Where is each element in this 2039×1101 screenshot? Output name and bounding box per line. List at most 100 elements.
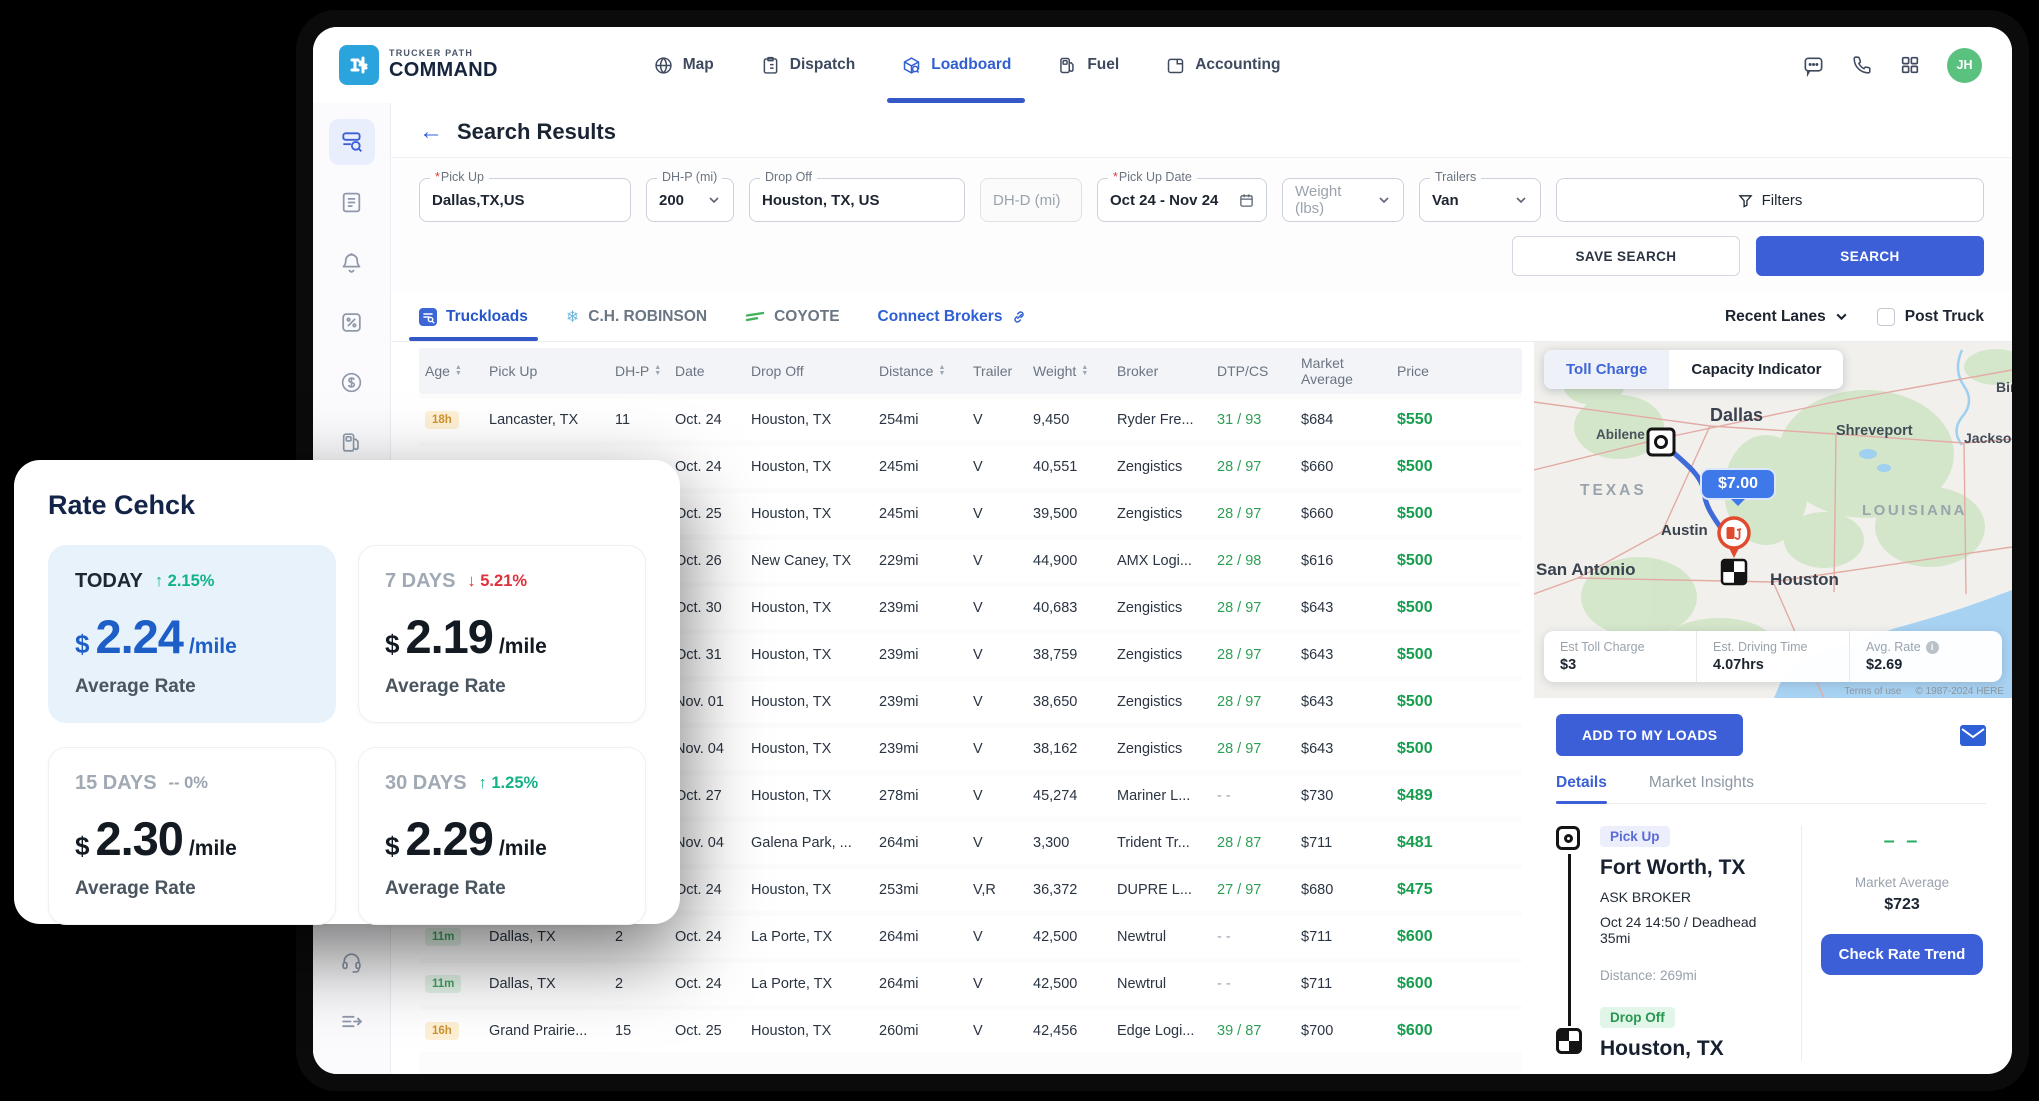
cell-date: Oct. 30 bbox=[675, 600, 751, 616]
fuel-pump-icon[interactable] bbox=[329, 419, 375, 465]
brand-text: TRUCKER PATH COMMAND bbox=[389, 48, 498, 82]
cell-broker: AMX Logi... bbox=[1117, 553, 1217, 569]
back-arrow-icon[interactable]: ← bbox=[419, 120, 443, 144]
add-to-my-loads-button[interactable]: ADD TO MY LOADS bbox=[1556, 714, 1743, 756]
cell-market: $643 bbox=[1301, 694, 1397, 710]
toll-charge-segment[interactable]: Toll Charge bbox=[1544, 350, 1669, 389]
cell-date: Nov. 04 bbox=[675, 835, 751, 851]
cell-dropoff: Houston, TX bbox=[751, 647, 879, 663]
cell-pickup: Dallas, TX bbox=[489, 929, 615, 945]
cell-dropoff: Houston, TX bbox=[751, 788, 879, 804]
post-truck-checkbox[interactable] bbox=[1877, 308, 1895, 326]
capacity-indicator-segment[interactable]: Capacity Indicator bbox=[1669, 350, 1843, 389]
post-truck-toggle[interactable]: Post Truck bbox=[1877, 308, 1984, 326]
cell-weight: 45,274 bbox=[1033, 788, 1117, 804]
column-header-market-average[interactable]: Market Average bbox=[1301, 355, 1397, 387]
cell-weight: 44,900 bbox=[1033, 553, 1117, 569]
sort-icon[interactable]: ▲▼ bbox=[1081, 365, 1088, 377]
toll-price-tooltip: $7.00 bbox=[1700, 468, 1776, 500]
column-header-dtp-cs[interactable]: DTP/CS bbox=[1217, 363, 1301, 379]
avatar[interactable]: JH bbox=[1947, 48, 1982, 83]
page-title: Search Results bbox=[457, 119, 616, 145]
city-label-san-antonio: San Antonio bbox=[1536, 560, 1635, 579]
column-header-weight[interactable]: Weight▲▼ bbox=[1033, 363, 1117, 379]
search-button[interactable]: SEARCH bbox=[1756, 236, 1984, 276]
percent-icon[interactable] bbox=[329, 299, 375, 345]
cell-distance: 264mi bbox=[879, 976, 973, 992]
cell-trailer: V bbox=[973, 506, 1033, 522]
cell-market: $711 bbox=[1301, 835, 1397, 851]
table-row[interactable]: 18hLancaster, TX11Oct. 24Houston, TX254m… bbox=[419, 399, 1522, 441]
cell-dtpcs: 39 / 87 bbox=[1217, 1023, 1301, 1039]
tab-details[interactable]: Details bbox=[1556, 774, 1607, 803]
rate-check-title: Rate Cehck bbox=[48, 490, 646, 521]
tab-coyote[interactable]: COYOTE bbox=[745, 292, 839, 341]
tab-connect-brokers[interactable]: Connect Brokers bbox=[878, 292, 1028, 341]
column-header-trailer[interactable]: Trailer bbox=[973, 363, 1033, 379]
chat-icon[interactable] bbox=[1802, 54, 1825, 77]
column-header-dh-p[interactable]: DH-P▲▼ bbox=[615, 363, 675, 379]
cell-dtpcs: 28 / 97 bbox=[1217, 647, 1301, 663]
brand[interactable]: TRUCKER PATH COMMAND bbox=[339, 45, 498, 85]
column-header-price[interactable]: Price bbox=[1397, 363, 1516, 379]
cell-dtpcs: - - bbox=[1217, 788, 1301, 804]
cell-weight: 42,500 bbox=[1033, 976, 1117, 992]
bell-icon[interactable] bbox=[329, 239, 375, 285]
cell-broker: Mariner L... bbox=[1117, 788, 1217, 804]
apps-grid-icon[interactable] bbox=[1899, 54, 1921, 76]
column-header-date[interactable]: Date bbox=[675, 363, 751, 379]
market-average-value: $723 bbox=[1884, 896, 1920, 914]
dropoff-field[interactable]: Drop Off Houston, TX, US bbox=[749, 178, 965, 222]
email-icon[interactable] bbox=[1960, 725, 1986, 746]
cell-market: $684 bbox=[1301, 412, 1397, 428]
column-header-age[interactable]: Age▲▼ bbox=[425, 363, 489, 379]
sort-icon[interactable]: ▲▼ bbox=[455, 365, 462, 377]
tab-truckloads[interactable]: Truckloads bbox=[419, 292, 528, 341]
brand-line-1: TRUCKER PATH bbox=[389, 48, 498, 58]
recent-lanes-dropdown[interactable]: Recent Lanes bbox=[1725, 308, 1849, 326]
chevron-down-icon bbox=[1508, 193, 1528, 207]
sort-icon[interactable]: ▲▼ bbox=[654, 365, 661, 377]
weight-field[interactable]: Weight (lbs) bbox=[1282, 178, 1404, 222]
sort-icon[interactable]: ▲▼ bbox=[938, 365, 945, 377]
cell-market: $711 bbox=[1301, 976, 1397, 992]
nav-accounting[interactable]: Accounting bbox=[1165, 27, 1280, 103]
pickup-date-field[interactable]: *Pick Up Date Oct 24 - Nov 24 bbox=[1097, 178, 1267, 222]
cell-age: 18h bbox=[425, 411, 489, 429]
table-row[interactable]: 11mDallas, TX2Oct. 24La Porte, TX264miV4… bbox=[419, 963, 1522, 1005]
clipboard-icon bbox=[760, 55, 781, 76]
nav-dispatch[interactable]: Dispatch bbox=[760, 27, 855, 103]
chevron-down-icon bbox=[701, 193, 721, 207]
info-icon[interactable]: i bbox=[1926, 641, 1939, 654]
column-header-broker[interactable]: Broker bbox=[1117, 363, 1217, 379]
check-rate-trend-button[interactable]: Check Rate Trend bbox=[1821, 934, 1984, 975]
document-icon[interactable] bbox=[329, 179, 375, 225]
loadboard-search-icon[interactable] bbox=[329, 119, 375, 165]
cell-broker: Zengistics bbox=[1117, 459, 1217, 475]
filters-button[interactable]: Filters bbox=[1556, 178, 1984, 222]
dollar-icon[interactable] bbox=[329, 359, 375, 405]
collapse-sidebar-icon[interactable] bbox=[329, 998, 375, 1044]
phone-icon[interactable] bbox=[1851, 54, 1873, 76]
route-panel: AbileneDallasShreveportJacksonBirminTEXA… bbox=[1534, 342, 2012, 1074]
route-map[interactable]: AbileneDallasShreveportJacksonBirminTEXA… bbox=[1534, 342, 2012, 698]
headset-icon[interactable] bbox=[329, 938, 375, 984]
column-header-distance[interactable]: Distance▲▼ bbox=[879, 363, 973, 379]
nav-fuel[interactable]: Fuel bbox=[1057, 27, 1119, 103]
tab-ch-robinson[interactable]: ❄ C.H. ROBINSON bbox=[566, 292, 707, 341]
column-header-drop-off[interactable]: Drop Off bbox=[751, 363, 879, 379]
dhp-field[interactable]: DH-P (mi) 200 bbox=[646, 178, 734, 222]
nav-loadboard[interactable]: Loadboard bbox=[901, 27, 1011, 103]
trailers-field[interactable]: Trailers Van bbox=[1419, 178, 1541, 222]
nav-map[interactable]: Map bbox=[653, 27, 714, 103]
tab-market-insights[interactable]: Market Insights bbox=[1649, 774, 1754, 803]
column-header-pick-up[interactable]: Pick Up bbox=[489, 363, 615, 379]
pickup-field[interactable]: *Pick Up Dallas,TX,US bbox=[419, 178, 631, 222]
save-search-button[interactable]: SAVE SEARCH bbox=[1512, 236, 1740, 276]
table-row[interactable]: 16hGrand Prairie...15Oct. 25Houston, TX2… bbox=[419, 1010, 1522, 1052]
avg-rate-value: $2.69 bbox=[1866, 657, 1986, 673]
dhd-field[interactable]: DH-D (mi) bbox=[980, 178, 1082, 222]
cell-price: $500 bbox=[1397, 458, 1516, 476]
pickup-time-text: Oct 24 14:50 / Deadhead 35mi bbox=[1600, 914, 1785, 946]
market-average-label: Market Average bbox=[1855, 875, 1949, 890]
